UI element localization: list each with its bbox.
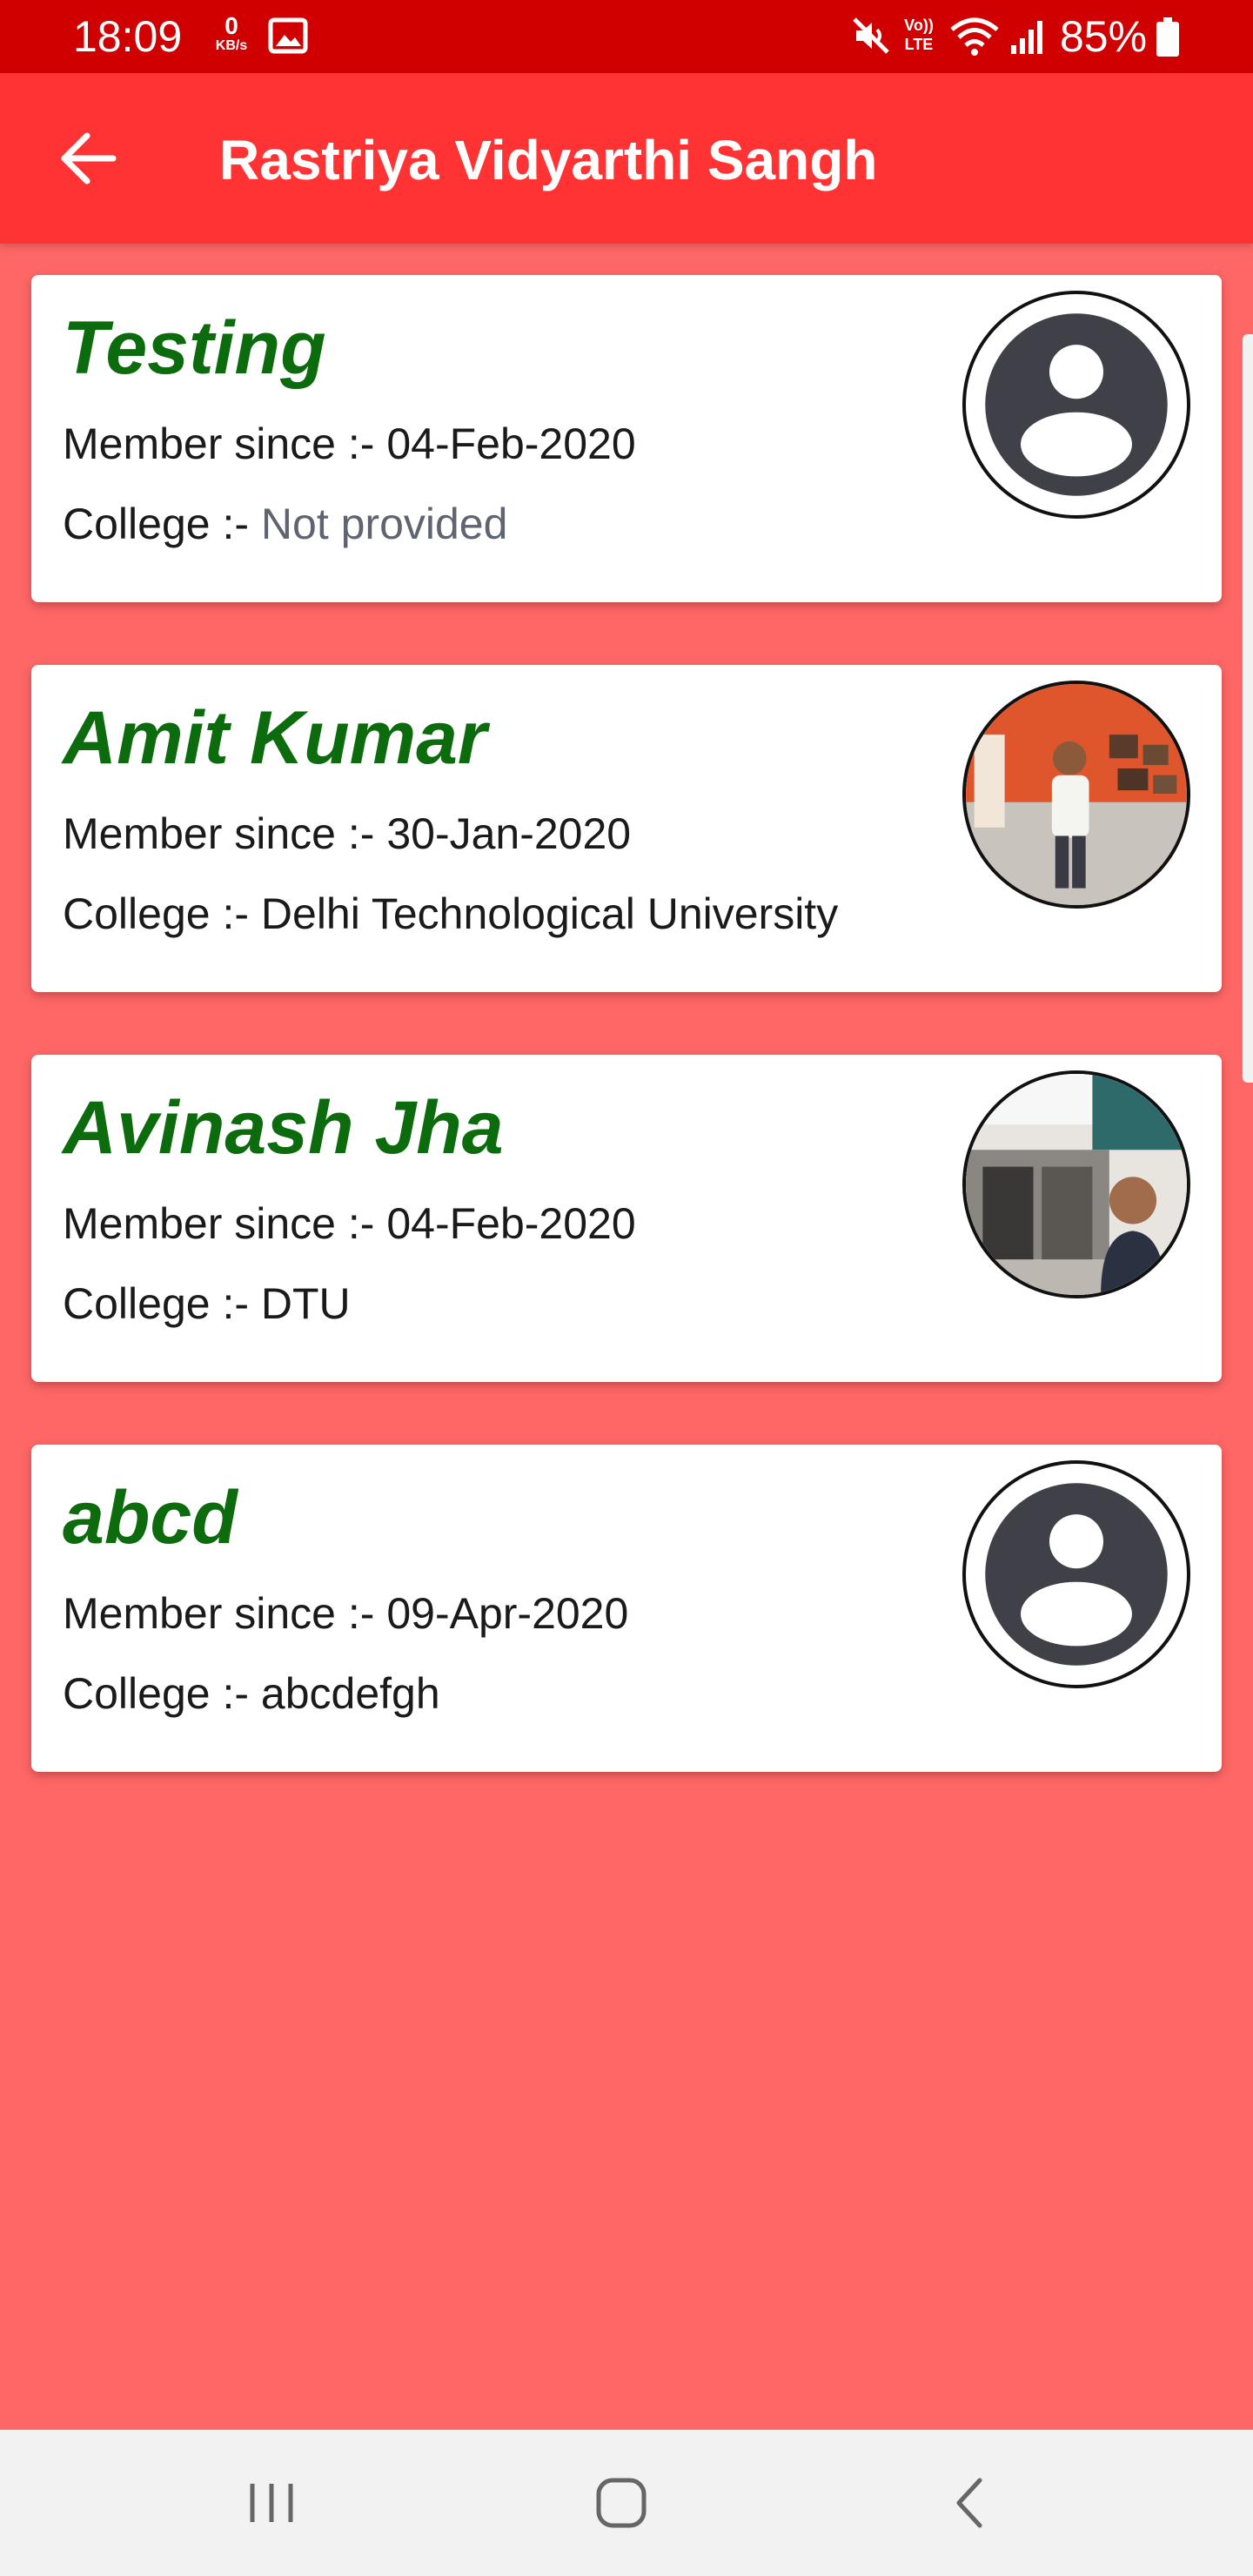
member-name: abcd (63, 1476, 238, 1560)
status-bar: 18:09 0 KB/s Vo)) LTE 85% (0, 0, 1253, 73)
home-icon[interactable] (586, 2468, 656, 2538)
wifi-icon (950, 17, 999, 56)
member-since-date: 04-Feb-2020 (386, 419, 636, 468)
member-since-label: Member since :- (63, 419, 375, 468)
app-bar: Rastriya Vidyarthi Sangh (0, 73, 1253, 244)
battery-icon (1156, 17, 1179, 57)
college-label: College :- (63, 500, 249, 548)
college-value: abcdefgh (260, 1669, 440, 1718)
back-icon[interactable] (936, 2468, 1006, 2538)
default-avatar-icon (985, 1483, 1168, 1666)
member-since: Member since :- 30-Jan-2020 (63, 808, 631, 860)
image-icon (268, 17, 308, 54)
volte-line2: LTE (904, 36, 934, 53)
avatar[interactable] (962, 1460, 1190, 1688)
college-label: College :- (63, 1279, 249, 1328)
member-college: College :- Not provided (63, 498, 507, 550)
page-title: Rastriya Vidyarthi Sangh (219, 129, 878, 191)
member-since-label: Member since :- (63, 1199, 375, 1248)
status-time: 18:09 (73, 12, 183, 61)
college-label: College :- (63, 1669, 249, 1718)
member-card[interactable]: abcd Member since :- 09-Apr-2020 College… (31, 1445, 1222, 1772)
college-value: Not provided (260, 500, 508, 548)
volte-indicator: Vo)) LTE (901, 16, 936, 54)
signal-icon (1011, 21, 1042, 54)
member-since-date: 30-Jan-2020 (386, 809, 632, 858)
profile-photo (966, 684, 1187, 905)
member-card[interactable]: Testing Member since :- 04-Feb-2020 Coll… (31, 275, 1222, 602)
member-college: College :- Delhi Technological Universit… (63, 888, 838, 940)
volte-line1: Vo)) (904, 17, 934, 34)
member-name: Testing (63, 306, 326, 390)
member-name: Amit Kumar (63, 696, 487, 780)
system-nav-bar (0, 2430, 1253, 2576)
recent-apps-icon[interactable] (237, 2468, 306, 2538)
member-name: Avinash Jha (63, 1086, 504, 1170)
battery-percentage: 85% (1060, 12, 1148, 61)
member-card[interactable]: Avinash Jha Member since :- 04-Feb-2020 … (31, 1055, 1222, 1382)
net-speed-unit: KB/s (215, 38, 248, 53)
member-card[interactable]: Amit Kumar Member since :- 30-Jan-2020 C… (31, 665, 1222, 992)
profile-photo (966, 1074, 1187, 1295)
avatar[interactable] (962, 681, 1190, 909)
college-label: College :- (63, 889, 249, 938)
college-value: Delhi Technological University (260, 889, 839, 938)
member-college: College :- DTU (63, 1278, 351, 1330)
default-avatar-icon (985, 313, 1168, 496)
member-since: Member since :- 04-Feb-2020 (63, 418, 636, 470)
member-since-date: 04-Feb-2020 (386, 1199, 636, 1248)
avatar[interactable] (962, 291, 1190, 519)
scrollbar-thumb[interactable] (1243, 334, 1253, 1083)
member-since-label: Member since :- (63, 809, 375, 858)
arrow-left-icon[interactable] (52, 117, 136, 200)
college-value: DTU (260, 1279, 351, 1328)
net-speed-indicator: 0 KB/s (207, 14, 256, 54)
mute-icon (853, 17, 889, 54)
member-since-date: 09-Apr-2020 (386, 1589, 629, 1638)
member-since-label: Member since :- (63, 1589, 375, 1638)
member-college: College :- abcdefgh (63, 1667, 440, 1720)
member-since: Member since :- 04-Feb-2020 (63, 1197, 636, 1250)
net-speed-value: 0 (224, 12, 238, 39)
member-since: Member since :- 09-Apr-2020 (63, 1587, 628, 1640)
avatar[interactable] (962, 1070, 1190, 1298)
